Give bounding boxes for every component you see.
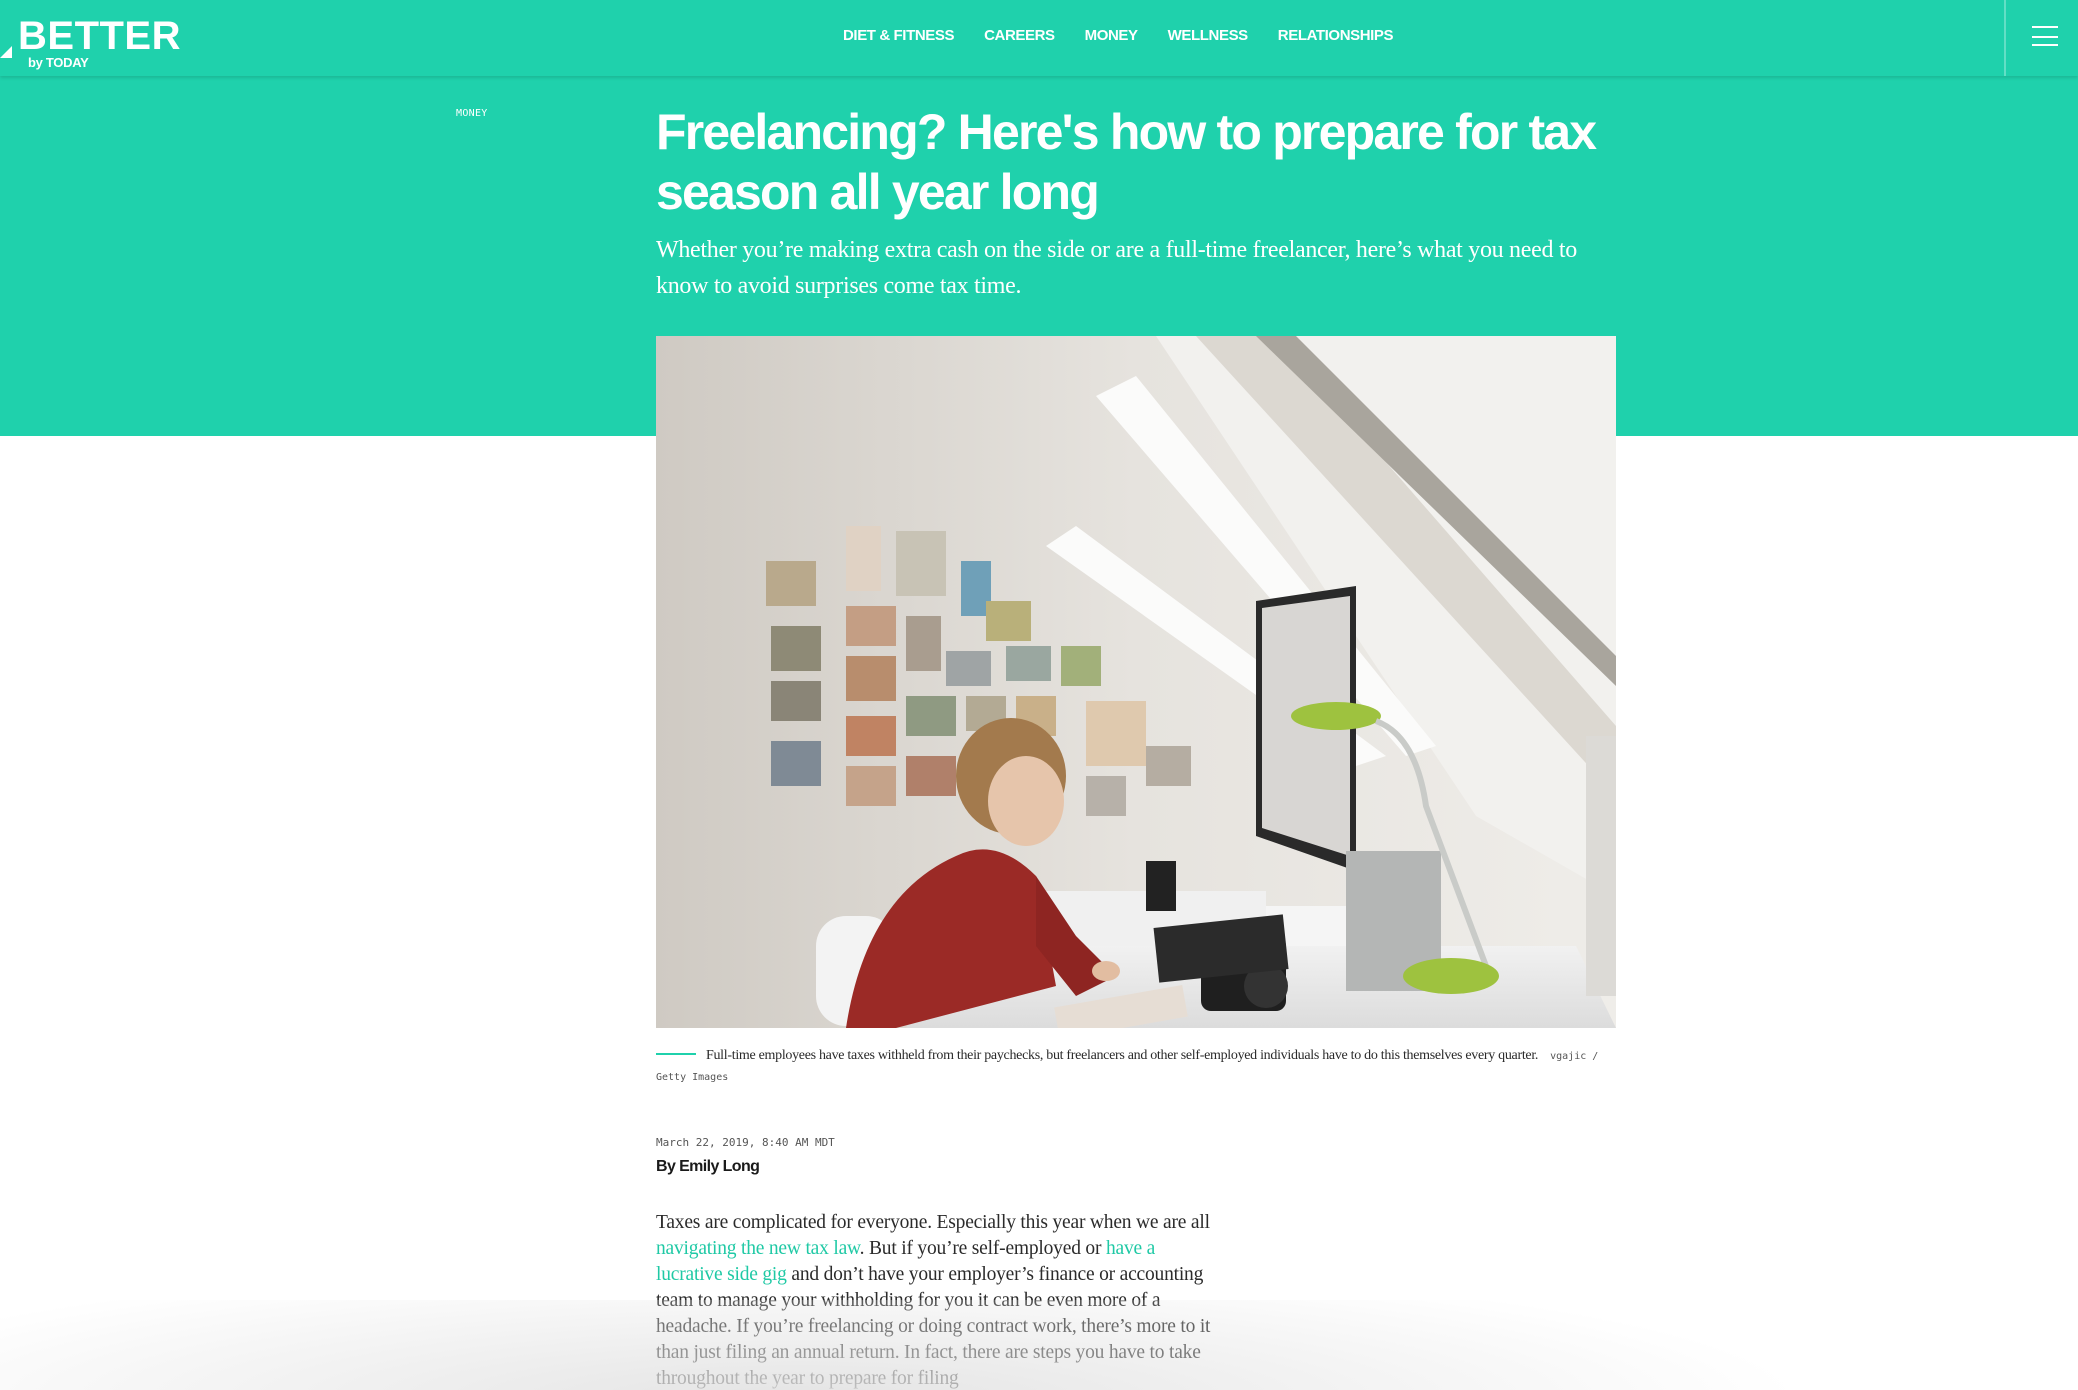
image-caption: Full-time employees have taxes withheld … [656,1046,1616,1088]
nav-careers[interactable]: CAREERS [984,26,1055,46]
article-dek: Whether you’re making extra cash on the … [656,237,1577,299]
logo-text: BETTER [18,14,181,58]
hero-image [656,336,1616,1028]
hero-photo-illustration [656,336,1616,1028]
hamburger-icon[interactable] [2006,0,2078,76]
article-dateline: March 22, 2019, 8:40 AM MDT [656,1136,835,1149]
article-body-paragraph: Taxes are complicated for everyone. Espe… [656,1210,1216,1390]
hamburger-line [2032,26,2058,28]
site-header: BETTER by TODAY DIET & FITNESS CAREERS M… [0,0,2078,76]
body-text-segment: Taxes are complicated for everyone. Espe… [656,1212,1210,1233]
hamburger-line [2032,36,2058,38]
main-nav: DIET & FITNESS CAREERS MONEY WELLNESS RE… [843,26,1423,46]
article-headline: Freelancing? Here's how to prepare for t… [656,104,1597,220]
hamburger-line [2032,44,2058,46]
logo-link[interactable]: BETTER by TODAY [0,16,200,72]
logo-subtext: by TODAY [28,55,89,70]
body-text-segment: . But if you’re self-employed or [859,1238,1106,1259]
section-label[interactable]: MONEY [456,108,488,119]
article-byline: By Emily Long [656,1158,760,1175]
link-new-tax-law[interactable]: navigating the new tax law [656,1238,860,1259]
caption-text: Full-time employees have taxes withheld … [706,1048,1539,1063]
logo-arrow-icon [0,46,12,58]
nav-money[interactable]: MONEY [1085,26,1138,46]
caption-rule [656,1052,696,1055]
nav-wellness[interactable]: WELLNESS [1168,26,1249,46]
nav-relationships[interactable]: RELATIONSHIPS [1278,26,1394,46]
nav-diet-fitness[interactable]: DIET & FITNESS [843,26,954,46]
